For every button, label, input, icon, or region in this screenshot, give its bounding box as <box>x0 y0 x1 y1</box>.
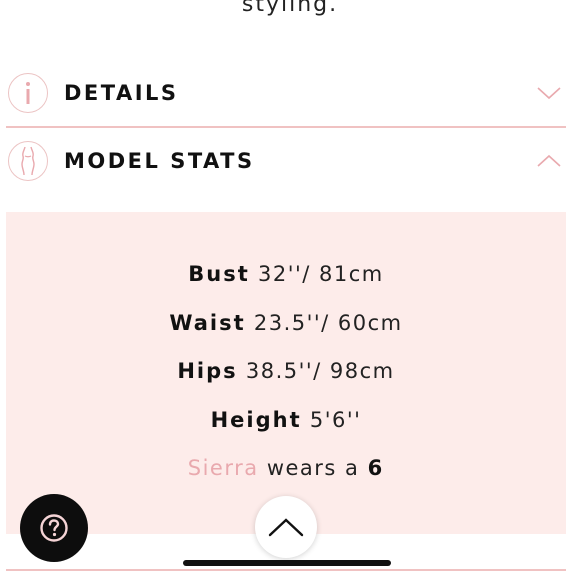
chevron-down-icon[interactable] <box>536 80 562 106</box>
help-button[interactable] <box>20 494 88 562</box>
home-indicator[interactable] <box>183 560 391 566</box>
model-stats-panel: Bust 32''/ 81cm Waist 23.5''/ 60cm Hips … <box>6 212 566 534</box>
stat-height: Height 5'6'' <box>6 408 566 432</box>
model-stats-accordion-header[interactable]: MODEL STATS <box>6 128 566 194</box>
stat-height-label: Height <box>210 408 302 432</box>
stat-waist-value: 23.5''/ 60cm <box>253 311 403 335</box>
stat-waist: Waist 23.5''/ 60cm <box>6 311 566 335</box>
model-stats-title: MODEL STATS <box>64 149 255 173</box>
model-size: 6 <box>367 456 385 480</box>
stat-bust: Bust 32''/ 81cm <box>6 262 566 286</box>
chevron-up-icon <box>268 518 304 537</box>
details-accordion-header[interactable]: DETAILS <box>6 60 566 128</box>
chevron-up-icon[interactable] <box>536 148 562 174</box>
details-title: DETAILS <box>64 81 179 105</box>
scroll-to-top-button[interactable] <box>255 496 317 558</box>
stat-waist-label: Waist <box>169 311 246 335</box>
divider <box>6 569 566 571</box>
model-wears-text: wears a <box>266 456 360 480</box>
body-silhouette-icon <box>8 141 48 181</box>
model-size-line: Sierra wears a 6 <box>6 456 566 480</box>
stat-height-value: 5'6'' <box>309 408 362 432</box>
model-name: Sierra <box>187 456 259 480</box>
question-icon <box>40 514 68 542</box>
stat-bust-value: 32''/ 81cm <box>257 262 384 286</box>
stat-hips: Hips 38.5''/ 98cm <box>6 359 566 383</box>
info-icon <box>8 73 48 113</box>
stat-hips-value: 38.5''/ 98cm <box>245 359 395 383</box>
stat-hips-label: Hips <box>177 359 238 383</box>
description-tail-text: styling. <box>241 0 339 17</box>
stat-bust-label: Bust <box>188 262 250 286</box>
